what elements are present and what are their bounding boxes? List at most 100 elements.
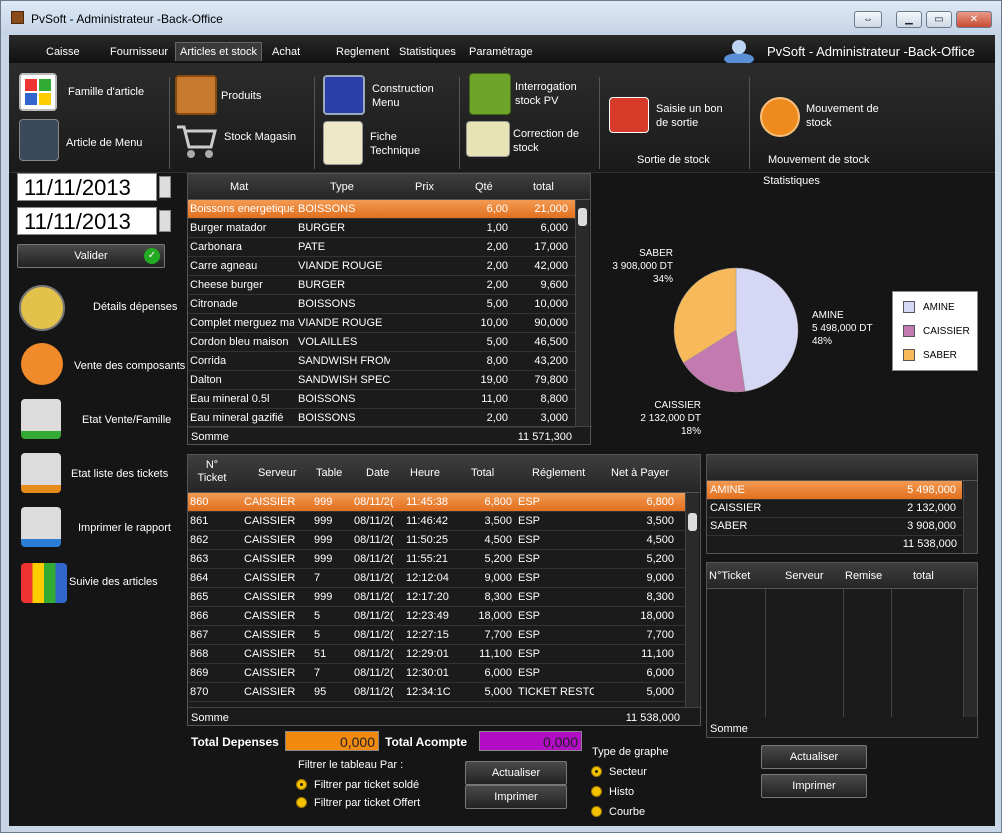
server-row[interactable]: CAISSIER 2 132,000 bbox=[707, 499, 962, 518]
col-mat[interactable]: Mat bbox=[230, 181, 248, 193]
article-menu-label[interactable]: Article de Menu bbox=[66, 136, 142, 150]
sidebar-suivie-articles[interactable]: Suivie des articles bbox=[69, 576, 158, 588]
col-date[interactable]: Date bbox=[366, 467, 389, 479]
remises-scrollbar[interactable] bbox=[963, 589, 977, 717]
article-row[interactable]: Corrida SANDWISH FROMA(8,00 43,200 bbox=[188, 352, 575, 371]
ticket-row[interactable]: 867 CAISSIER 5 08/11/2(12:27:15 7,700 ESP 7,70… bbox=[188, 626, 685, 645]
article-row[interactable]: Burger matador BURGER 1,00 6,000 bbox=[188, 219, 575, 238]
secteur-label[interactable]: Secteur bbox=[609, 766, 647, 778]
sidebar-details-depenses[interactable]: Détails dépenses bbox=[93, 301, 177, 313]
courbe-label[interactable]: Courbe bbox=[609, 806, 645, 818]
price-tag-icon[interactable] bbox=[21, 343, 63, 385]
restore-toggle-button[interactable]: ⇔ bbox=[854, 11, 882, 28]
col-n-ticket[interactable]: N°Ticket bbox=[709, 570, 750, 582]
fiche-technique-icon[interactable] bbox=[323, 121, 363, 165]
ticket-row[interactable]: 865 CAISSIER 999 08/11/2(12:17:20 8,300 ESP 8,… bbox=[188, 588, 685, 607]
article-row[interactable]: Cordon bleu maison VOLAILLES 5,00 46,500 bbox=[188, 333, 575, 352]
stock-magasin-label[interactable]: Stock Magasin bbox=[224, 130, 296, 144]
total-depenses-field[interactable]: 0,000 bbox=[285, 731, 379, 751]
bon-sortie-icon[interactable] bbox=[609, 97, 649, 133]
ticket-row[interactable]: 860 CAISSIER 999 08/11/2(11:45:38 6,800 ESP 6,… bbox=[188, 493, 685, 512]
article-row[interactable]: Dalton SANDWISH SPECIAI 19,00 79,800 bbox=[188, 371, 575, 390]
article-row[interactable]: Eau mineral 0.5l BOISSONS 11,00 8,800 bbox=[188, 390, 575, 409]
col-serveur[interactable]: Serveur bbox=[258, 467, 297, 479]
menu-reglement[interactable]: Reglement bbox=[336, 46, 389, 58]
sidebar-etat-liste-tickets[interactable]: Etat liste des tickets bbox=[71, 468, 168, 480]
construction-menu-label[interactable]: Construction Menu bbox=[372, 82, 434, 110]
sidebar-vente-composants[interactable]: Vente des composants bbox=[74, 360, 185, 372]
menu-parametrage[interactable]: Paramétrage bbox=[469, 46, 533, 58]
valider-button[interactable]: Valider ✓ bbox=[17, 244, 165, 268]
col-total[interactable]: total bbox=[533, 181, 554, 193]
article-row[interactable]: Cheese burger BURGER 2,00 9,600 bbox=[188, 276, 575, 295]
produits-icon[interactable] bbox=[175, 75, 217, 115]
sidebar-imprimer-rapport[interactable]: Imprimer le rapport bbox=[78, 522, 171, 534]
ticket-row[interactable]: 868 CAISSIER 51 08/11/2(12:29:01 11,100 ESP 11… bbox=[188, 645, 685, 664]
tickets-scrollbar[interactable] bbox=[685, 493, 699, 707]
col-heure[interactable]: Heure bbox=[410, 467, 440, 479]
date-from-calendar-icon[interactable] bbox=[159, 176, 171, 198]
server-row[interactable]: AMINE 5 498,000 bbox=[707, 481, 962, 500]
col-qte[interactable]: Qté bbox=[475, 181, 493, 193]
total-acompte-field[interactable]: 0,000 bbox=[479, 731, 582, 751]
col-type[interactable]: Type bbox=[330, 181, 354, 193]
construction-menu-icon[interactable] bbox=[323, 75, 365, 115]
fiche-technique-label[interactable]: Fiche Technique bbox=[370, 130, 420, 158]
ticket-row[interactable]: 869 CAISSIER 7 08/11/2(12:30:01 6,000 ESP 6,00… bbox=[188, 664, 685, 683]
col-total[interactable]: Total bbox=[471, 467, 494, 479]
menu-achat[interactable]: Achat bbox=[272, 46, 300, 58]
article-menu-icon[interactable] bbox=[19, 119, 59, 161]
ticket-row[interactable]: 863 CAISSIER 999 08/11/2(11:55:21 5,200 ESP 5,… bbox=[188, 550, 685, 569]
actualiser-remises-button[interactable]: Actualiser bbox=[761, 745, 867, 769]
stopwatch-icon[interactable] bbox=[19, 285, 65, 331]
ticket-row[interactable]: 864 CAISSIER 7 08/11/2(12:12:04 9,000 ESP 9,00… bbox=[188, 569, 685, 588]
menu-fournisseur[interactable]: Fournisseur bbox=[110, 46, 168, 58]
article-row[interactable]: Carbonara PATE 2,00 17,000 bbox=[188, 238, 575, 257]
filtre-offert-label[interactable]: Filtrer par ticket Offert bbox=[314, 797, 420, 809]
correction-stock-label[interactable]: Correction de stock bbox=[513, 127, 579, 155]
sidebar-etat-vente-famille[interactable]: Etat Vente/Famille bbox=[82, 414, 171, 426]
col-serveur[interactable]: Serveur bbox=[785, 570, 824, 582]
courbe-radio[interactable] bbox=[591, 806, 602, 817]
article-row[interactable]: Citronade BOISSONS 5,00 10,000 bbox=[188, 295, 575, 314]
server-row[interactable]: SABER 3 908,000 bbox=[707, 517, 962, 536]
menu-statistiques[interactable]: Statistiques bbox=[399, 46, 456, 58]
interrogation-stock-icon[interactable] bbox=[469, 73, 511, 115]
ticket-row[interactable]: 861 CAISSIER 999 08/11/2(11:46:42 3,500 ESP 3,… bbox=[188, 512, 685, 531]
famille-article-label[interactable]: Famille d'article bbox=[68, 85, 144, 99]
maximize-button[interactable]: ▭ bbox=[926, 11, 952, 28]
col-net-payer[interactable]: Net à Payer bbox=[611, 467, 669, 479]
date-to-field[interactable]: 11/11/2013 bbox=[17, 207, 157, 235]
imprimer-remises-button[interactable]: Imprimer bbox=[761, 774, 867, 798]
article-row[interactable]: Carre agneau VIANDE ROUGE 2,00 42,000 bbox=[188, 257, 575, 276]
printer-icon[interactable] bbox=[21, 507, 61, 547]
secteur-radio[interactable] bbox=[591, 766, 602, 777]
printer-icon[interactable] bbox=[21, 453, 61, 493]
imprimer-button[interactable]: Imprimer bbox=[465, 785, 567, 809]
actualiser-button[interactable]: Actualiser bbox=[465, 761, 567, 785]
article-row[interactable]: Complet merguez ma VIANDE ROUGE 10,00 90,00… bbox=[188, 314, 575, 333]
filtre-offert-radio[interactable] bbox=[296, 797, 307, 808]
ticket-row[interactable]: 866 CAISSIER 5 08/11/2(12:23:49 18,000 ESP 18,… bbox=[188, 607, 685, 626]
col-total[interactable]: total bbox=[913, 570, 934, 582]
col-prix[interactable]: Prix bbox=[415, 181, 434, 193]
ticket-row[interactable]: 862 CAISSIER 999 08/11/2(11:50:25 4,500 ESP 4,… bbox=[188, 531, 685, 550]
filtre-solde-radio[interactable] bbox=[296, 779, 307, 790]
famille-article-icon[interactable] bbox=[19, 73, 57, 111]
article-row[interactable]: Boissons energetique BOISSONS 6,00 21,000 bbox=[188, 200, 575, 219]
mouvement-stock-icon[interactable] bbox=[760, 97, 800, 137]
articles-scrollbar[interactable] bbox=[575, 200, 589, 426]
printer-icon[interactable] bbox=[21, 399, 61, 439]
produits-label[interactable]: Produits bbox=[221, 89, 261, 103]
ticket-row[interactable]: 870 CAISSIER 95 08/11/2(12:34:1C 5,000 TICKET… bbox=[188, 683, 685, 702]
correction-stock-icon[interactable] bbox=[466, 121, 510, 157]
col-ticket[interactable]: N° Ticket bbox=[194, 459, 230, 485]
shopping-cart-icon[interactable] bbox=[175, 121, 219, 161]
menu-articles-stock[interactable]: Articles et stock bbox=[175, 42, 263, 61]
histo-radio[interactable] bbox=[591, 786, 602, 797]
menu-caisse[interactable]: Caisse bbox=[46, 46, 80, 58]
minimize-button[interactable]: ▁ bbox=[896, 11, 922, 28]
bon-sortie-label[interactable]: Saisie un bon de sortie bbox=[656, 102, 723, 130]
col-remise[interactable]: Remise bbox=[845, 570, 882, 582]
bar-chart-icon[interactable] bbox=[21, 563, 67, 603]
